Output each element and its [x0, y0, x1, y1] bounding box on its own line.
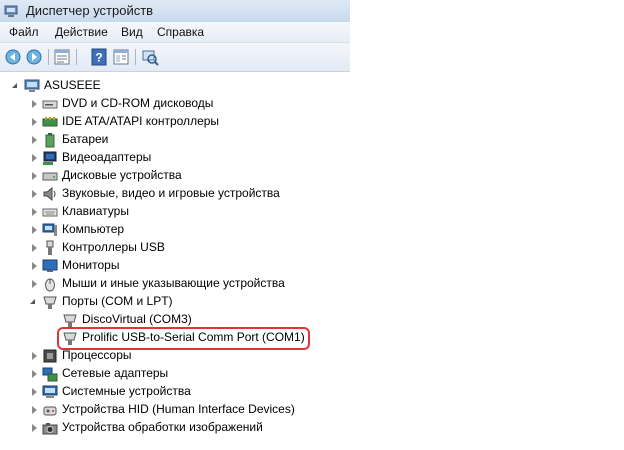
tree-item-batteries[interactable]: Батареи	[30, 131, 350, 149]
tree-item-label: Мониторы	[62, 258, 120, 272]
tree-item-ide[interactable]: IDE ATA/ATAPI контроллеры	[30, 113, 350, 131]
tree-item-label: Устройства обработки изображений	[62, 420, 263, 434]
collapse-arrow-icon[interactable]	[30, 299, 35, 304]
tree-item-sound[interactable]: Звуковые, видео и игровые устройства	[30, 185, 350, 203]
tree-item-system-devices[interactable]: Системные устройства	[30, 383, 350, 401]
tree-item-label: Устройства HID (Human Interface Devices)	[62, 402, 295, 416]
display-adapter-icon	[43, 151, 57, 165]
imaging-device-icon	[42, 423, 58, 435]
expand-arrow-icon[interactable]	[32, 244, 37, 252]
tree-item-computer[interactable]: Компьютер	[30, 221, 350, 239]
collapse-arrow-icon[interactable]	[12, 83, 17, 88]
title-bar[interactable]: Диспетчер устройств	[0, 0, 350, 22]
processor-icon	[43, 349, 57, 363]
forward-arrow-icon[interactable]	[25, 48, 43, 66]
mouse-icon	[45, 278, 55, 292]
expand-arrow-icon[interactable]	[32, 190, 37, 198]
computer-icon	[42, 223, 57, 236]
expand-arrow-icon[interactable]	[32, 208, 37, 216]
hid-device-icon	[43, 406, 57, 416]
tree-item-label: Клавиатуры	[62, 204, 129, 218]
tree-item-label: IDE ATA/ATAPI контроллеры	[62, 114, 220, 128]
highlight-box	[57, 327, 310, 350]
device-tree[interactable]: ASUSEEE DVD и CD-ROM дисководы IDE ATA/A…	[0, 72, 620, 450]
tree-item-label: Процессоры	[62, 348, 132, 362]
tree-item-disk-drives[interactable]: Дисковые устройства	[30, 167, 350, 185]
menu-action[interactable]: Действие	[55, 25, 108, 39]
menu-help[interactable]: Справка	[157, 25, 204, 39]
tree-item-label: Порты (COM и LPT)	[62, 294, 173, 308]
tree-item-keyboards[interactable]: Клавиатуры	[30, 203, 350, 221]
tree-root-label: ASUSEEE	[44, 78, 101, 92]
expand-arrow-icon[interactable]	[32, 388, 37, 396]
computer-icon	[24, 79, 40, 92]
monitor-icon	[42, 259, 58, 272]
tree-item-ports[interactable]: Порты (COM и LPT)	[30, 293, 350, 311]
menu-bar: Файл Действие Вид Справка	[0, 22, 350, 43]
expand-arrow-icon[interactable]	[32, 352, 37, 360]
tree-item-label: Видеоадаптеры	[62, 150, 152, 164]
tree-item-network-adapters[interactable]: Сетевые адаптеры	[30, 365, 350, 383]
tree-item-label: Батареи	[62, 132, 109, 146]
tree-item-label: Системные устройства	[62, 384, 191, 398]
tree-item-label: DVD и CD-ROM дисководы	[62, 96, 214, 110]
window-title: Диспетчер устройств	[26, 3, 154, 18]
device-manager-icon	[4, 5, 18, 17]
tree-item-label: Дисковые устройства	[62, 168, 182, 182]
disk-drive-icon	[42, 172, 58, 181]
network-adapter-icon	[42, 367, 58, 382]
tree-item-label: DiscoVirtual (COM3)	[82, 312, 192, 326]
expand-arrow-icon[interactable]	[32, 406, 37, 414]
expand-arrow-icon[interactable]	[32, 172, 37, 180]
tree-item-label: Мыши и иные указывающие устройства	[62, 276, 285, 290]
help-icon[interactable]: ?	[90, 48, 108, 66]
tree-item-label: Сетевые адаптеры	[62, 366, 169, 380]
expand-arrow-icon[interactable]	[32, 136, 37, 144]
tree-root[interactable]: ASUSEEE	[12, 77, 212, 95]
keyboard-icon	[42, 208, 58, 217]
speaker-icon	[43, 186, 56, 202]
port-icon	[63, 314, 77, 327]
expand-arrow-icon[interactable]	[32, 424, 37, 432]
expand-arrow-icon[interactable]	[32, 100, 37, 108]
menu-view[interactable]: Вид	[121, 25, 143, 39]
tree-item-label: Звуковые, видео и игровые устройства	[62, 186, 280, 200]
expand-arrow-icon[interactable]	[32, 280, 37, 288]
tree-item-dvd[interactable]: DVD и CD-ROM дисководы	[30, 95, 350, 113]
expand-arrow-icon[interactable]	[32, 370, 37, 378]
svg-text:?: ?	[95, 51, 102, 65]
port-icon	[43, 296, 57, 309]
dvd-drive-icon	[42, 100, 58, 109]
toolbar-separator	[135, 49, 136, 65]
system-device-icon	[42, 385, 58, 398]
tree-item-label: Компьютер	[62, 222, 125, 236]
tree-item-mice[interactable]: Мыши и иные указывающие устройства	[30, 275, 350, 293]
battery-icon	[45, 133, 55, 148]
menu-file[interactable]: Файл	[9, 25, 39, 39]
tree-item-display-adapters[interactable]: Видеоадаптеры	[30, 149, 350, 167]
tree-item-usb-controllers[interactable]: Контроллеры USB	[30, 239, 350, 257]
scan-hardware-icon[interactable]	[141, 48, 159, 66]
properties-panel-icon[interactable]	[112, 48, 130, 66]
expand-arrow-icon[interactable]	[32, 154, 37, 162]
tree-item-label: Контроллеры USB	[62, 240, 165, 254]
ide-controller-icon	[42, 117, 58, 127]
tree-item-hid[interactable]: Устройства HID (Human Interface Devices)	[30, 401, 370, 419]
back-arrow-icon[interactable]	[4, 48, 22, 66]
properties-icon[interactable]	[53, 48, 71, 66]
expand-arrow-icon[interactable]	[32, 226, 37, 234]
toolbar: ?	[0, 43, 350, 72]
tree-item-imaging-devices[interactable]: Устройства обработки изображений	[30, 419, 350, 437]
usb-icon	[46, 240, 54, 255]
tree-item-monitors[interactable]: Мониторы	[30, 257, 350, 275]
toolbar-separator	[48, 49, 49, 65]
expand-arrow-icon[interactable]	[32, 262, 37, 270]
toolbar-separator	[76, 49, 77, 65]
expand-arrow-icon[interactable]	[32, 118, 37, 126]
